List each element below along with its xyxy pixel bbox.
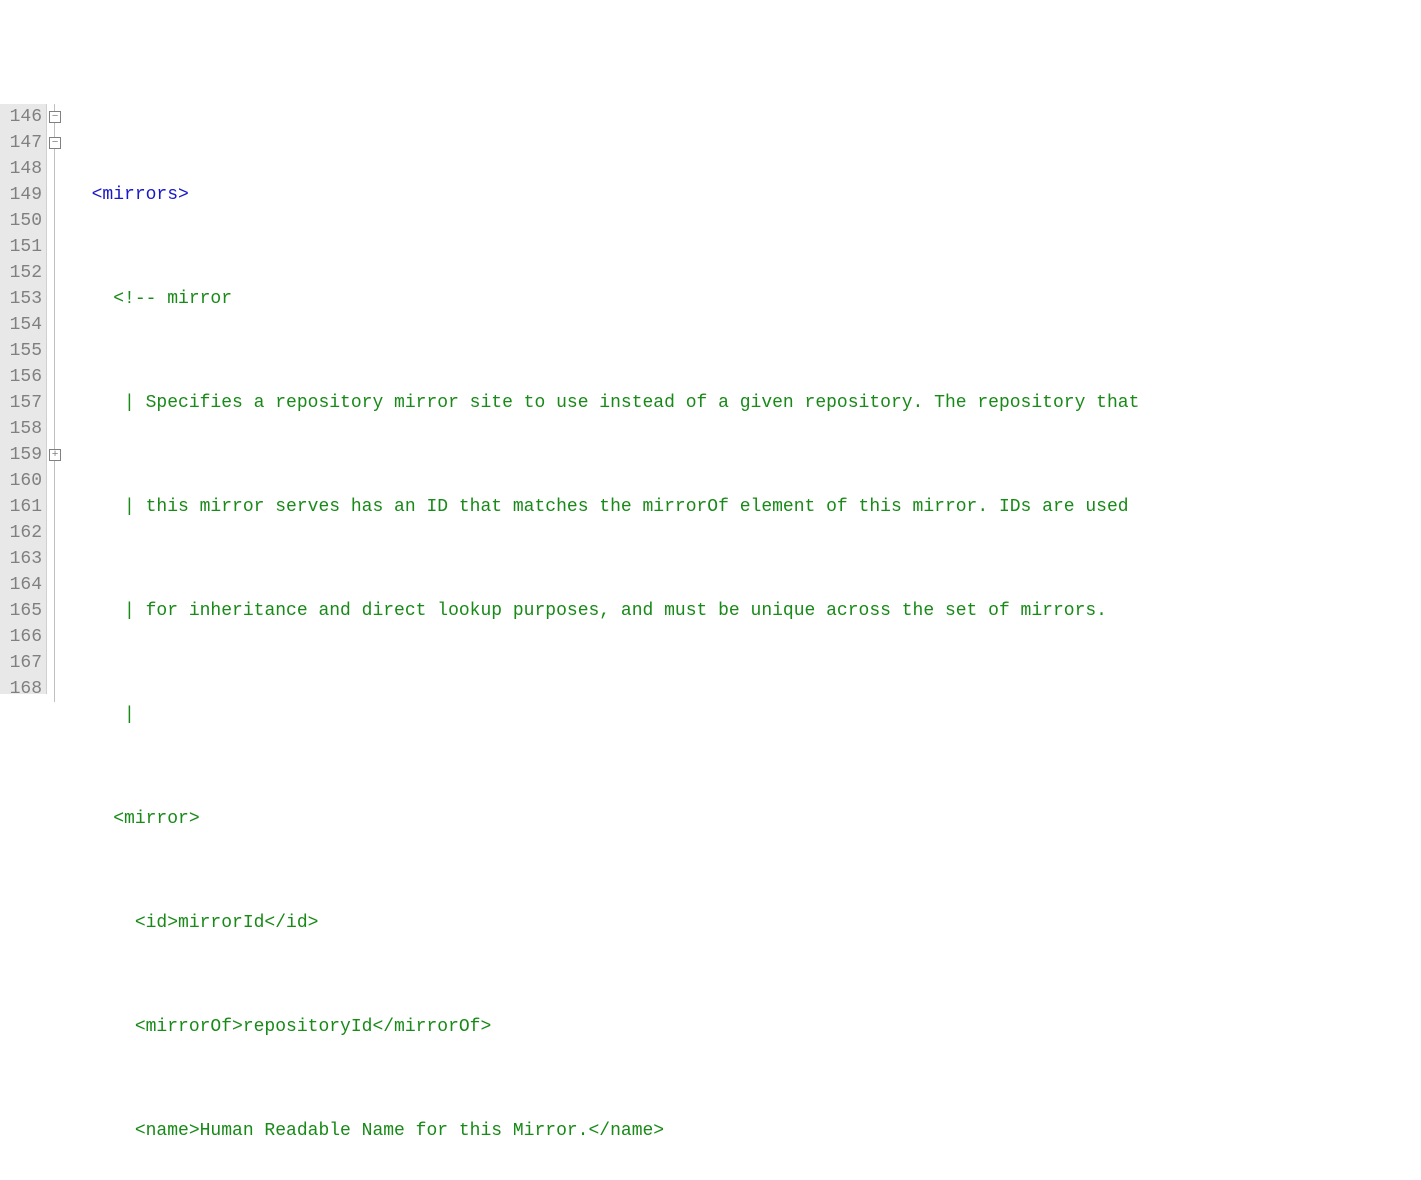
line-number: 148 <box>2 156 42 182</box>
fold-collapse-icon[interactable]: − <box>49 137 61 149</box>
line-number-gutter: 1461471481491501511521531541551561571581… <box>0 104 46 694</box>
indent <box>70 1121 135 1141</box>
code-line[interactable]: <mirror> <box>70 806 1421 832</box>
line-number: 146 <box>2 104 42 130</box>
indent <box>70 497 124 517</box>
line-number: 147 <box>2 130 42 156</box>
code-line[interactable]: | <box>70 702 1421 728</box>
line-number: 150 <box>2 208 42 234</box>
fold-guide-line <box>54 104 55 702</box>
line-number: 166 <box>2 624 42 650</box>
xml-comment: <id>mirrorId</id> <box>135 913 319 933</box>
line-number: 165 <box>2 598 42 624</box>
fold-collapse-icon[interactable]: − <box>49 111 61 123</box>
xml-comment: | this mirror serves has an ID that matc… <box>124 497 1129 517</box>
line-number: 152 <box>2 260 42 286</box>
code-editor[interactable]: 1461471481491501511521531541551561571581… <box>0 104 1421 694</box>
xml-comment: <name>Human Readable Name for this Mirro… <box>135 1121 664 1141</box>
xml-tag: <mirrors> <box>92 185 189 205</box>
code-area[interactable]: <mirrors> <!-- mirror | Specifies a repo… <box>66 104 1421 694</box>
xml-comment: <!-- mirror <box>113 289 232 309</box>
line-number: 155 <box>2 338 42 364</box>
line-number: 162 <box>2 520 42 546</box>
indent <box>70 601 124 621</box>
line-number: 158 <box>2 416 42 442</box>
line-number: 157 <box>2 390 42 416</box>
indent <box>70 1017 135 1037</box>
line-number: 163 <box>2 546 42 572</box>
xml-comment: <mirrorOf>repositoryId</mirrorOf> <box>135 1017 491 1037</box>
line-number: 160 <box>2 468 42 494</box>
line-number: 167 <box>2 650 42 676</box>
code-line[interactable]: | for inheritance and direct lookup purp… <box>70 598 1421 624</box>
indent <box>70 809 113 829</box>
xml-comment: <mirror> <box>113 809 199 829</box>
code-line[interactable]: <id>mirrorId</id> <box>70 910 1421 936</box>
line-number: 154 <box>2 312 42 338</box>
code-line[interactable]: <mirrorOf>repositoryId</mirrorOf> <box>70 1014 1421 1040</box>
line-number: 151 <box>2 234 42 260</box>
line-number: 149 <box>2 182 42 208</box>
line-number: 161 <box>2 494 42 520</box>
line-number: 159 <box>2 442 42 468</box>
line-number: 156 <box>2 364 42 390</box>
code-line[interactable]: <mirrors> <box>70 182 1421 208</box>
indent <box>70 185 92 205</box>
xml-comment: | Specifies a repository mirror site to … <box>124 393 1139 413</box>
fold-column[interactable]: − − + <box>46 104 66 694</box>
line-number: 164 <box>2 572 42 598</box>
fold-expand-icon[interactable]: + <box>49 449 61 461</box>
indent <box>70 393 124 413</box>
indent <box>70 913 135 933</box>
indent <box>70 289 113 309</box>
code-line[interactable]: <!-- mirror <box>70 286 1421 312</box>
code-line[interactable]: | Specifies a repository mirror site to … <box>70 390 1421 416</box>
code-line[interactable]: | this mirror serves has an ID that matc… <box>70 494 1421 520</box>
xml-comment: | for inheritance and direct lookup purp… <box>124 601 1107 621</box>
line-number: 168 <box>2 676 42 702</box>
xml-comment: | <box>124 705 135 725</box>
line-number: 153 <box>2 286 42 312</box>
code-line[interactable]: <name>Human Readable Name for this Mirro… <box>70 1118 1421 1144</box>
indent <box>70 705 124 725</box>
